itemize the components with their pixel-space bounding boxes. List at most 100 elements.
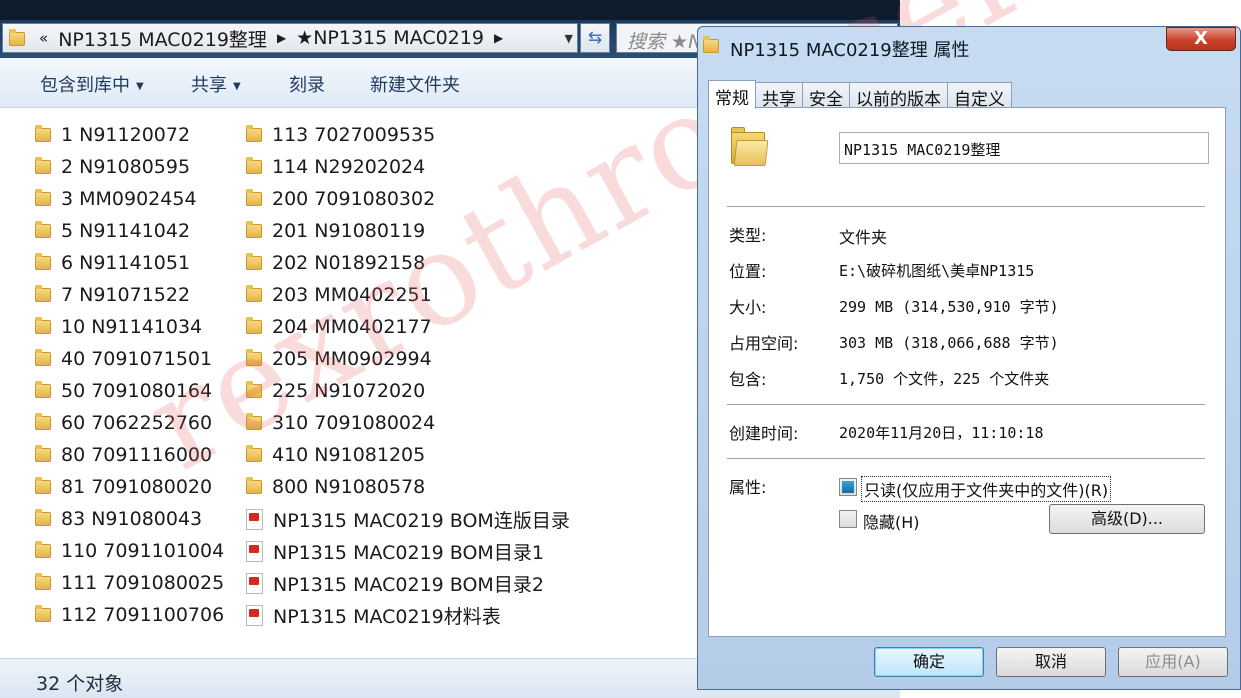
file-item[interactable]: NP1315 MAC0219 BOM目录1 — [244, 535, 570, 567]
file-item[interactable]: 81 7091080020 — [33, 471, 224, 503]
hidden-checkbox[interactable] — [839, 510, 857, 528]
type-label: 类型: — [729, 226, 767, 245]
burn-button[interactable]: 刻录 — [289, 71, 325, 97]
cancel-button[interactable]: 取消 — [996, 647, 1106, 677]
breadcrumb-arrow-icon[interactable]: ▶ — [494, 31, 503, 45]
folder-icon — [33, 348, 53, 370]
file-item[interactable]: 6 N91141051 — [33, 247, 224, 279]
share-button[interactable]: 共享 ▼ — [191, 71, 241, 97]
file-item[interactable]: 1 N91120072 — [33, 119, 224, 151]
file-item[interactable]: 112 7091100706 — [33, 599, 224, 631]
address-bar[interactable]: « NP1315 MAC0219整理 ▶ ★NP1315 MAC0219 ▶ ▼ — [2, 23, 578, 53]
readonly-label[interactable]: 只读(仅应用于文件夹中的文件)(R) — [861, 476, 1112, 502]
file-name: 800 N91080578 — [272, 476, 426, 498]
folder-icon — [33, 444, 53, 466]
file-item[interactable]: 114 N29202024 — [244, 151, 570, 183]
hidden-label[interactable]: 隐藏(H) — [863, 509, 920, 533]
refresh-button[interactable]: ⇆ — [580, 23, 610, 53]
file-name: 410 N91081205 — [272, 444, 426, 466]
tab-previous-versions[interactable]: 以前的版本 — [849, 82, 948, 110]
location-value: E:\破碎机图纸\美卓NP1315 — [839, 262, 1035, 280]
breadcrumb-segment-2[interactable]: ★NP1315 MAC0219 — [296, 27, 484, 49]
file-item[interactable]: 800 N91080578 — [244, 471, 570, 503]
tab-strip: 常规 共享 安全 以前的版本 自定义 — [708, 80, 1012, 110]
advanced-button[interactable]: 高级(D)... — [1049, 504, 1205, 534]
chevron-down-icon: ▼ — [136, 80, 144, 92]
folder-icon — [33, 476, 53, 498]
created-label: 创建时间: — [729, 424, 799, 443]
file-name: 5 N91141042 — [61, 220, 191, 242]
folder-icon — [244, 220, 264, 242]
file-item[interactable]: NP1315 MAC0219材料表 — [244, 599, 570, 631]
folder-name-field[interactable]: NP1315 MAC0219整理 — [839, 132, 1209, 164]
breadcrumb-arrow-icon[interactable]: ▶ — [277, 31, 286, 45]
file-item[interactable]: 203 MM0402251 — [244, 279, 570, 311]
file-item[interactable]: 225 N91072020 — [244, 375, 570, 407]
breadcrumb-overflow[interactable]: « — [39, 29, 48, 47]
folder-icon — [244, 124, 264, 146]
general-panel: NP1315 MAC0219整理 类型: 文件夹 位置: E:\破碎机图纸\美卓… — [708, 107, 1226, 637]
folder-icon — [33, 540, 53, 562]
file-item[interactable]: NP1315 MAC0219 BOM连版目录 — [244, 503, 570, 535]
apply-button[interactable]: 应用(A) — [1118, 647, 1228, 677]
file-item[interactable]: 200 7091080302 — [244, 183, 570, 215]
file-item[interactable]: 80 7091116000 — [33, 439, 224, 471]
file-item[interactable]: 83 N91080043 — [33, 503, 224, 535]
folder-icon — [731, 126, 769, 168]
file-item[interactable]: 2 N91080595 — [33, 151, 224, 183]
share-label: 共享 — [191, 75, 227, 96]
folder-icon — [244, 156, 264, 178]
breadcrumb-segment-1[interactable]: NP1315 MAC0219整理 — [58, 25, 267, 52]
file-name: 81 7091080020 — [61, 476, 213, 498]
tab-sharing[interactable]: 共享 — [755, 82, 803, 110]
file-item[interactable]: 10 N91141034 — [33, 311, 224, 343]
file-item[interactable]: 201 N91080119 — [244, 215, 570, 247]
file-item[interactable]: 113 7027009535 — [244, 119, 570, 151]
file-item[interactable]: 110 7091101004 — [33, 535, 224, 567]
new-folder-button[interactable]: 新建文件夹 — [370, 71, 460, 97]
file-item[interactable]: 60 7062252760 — [33, 407, 224, 439]
folder-icon — [244, 284, 264, 306]
file-item[interactable]: 410 N91081205 — [244, 439, 570, 471]
folder-icon — [33, 572, 53, 594]
file-name: 6 N91141051 — [61, 252, 191, 274]
file-name: 80 7091116000 — [61, 444, 213, 466]
contains-label: 包含: — [729, 370, 767, 389]
file-item[interactable]: 40 7091071501 — [33, 343, 224, 375]
divider — [727, 458, 1205, 460]
file-item[interactable]: 3 MM0902454 — [33, 183, 224, 215]
close-button[interactable]: X — [1166, 27, 1236, 51]
file-item[interactable]: 202 N01892158 — [244, 247, 570, 279]
file-column-1: 1 N91120072 2 N91080595 3 MM0902454 5 N9114… — [33, 119, 224, 631]
file-item[interactable]: 204 MM0402177 — [244, 311, 570, 343]
ok-button[interactable]: 确定 — [874, 647, 984, 677]
folder-icon — [703, 36, 721, 56]
folder-icon — [244, 380, 264, 402]
refresh-icon: ⇆ — [587, 28, 603, 48]
file-item[interactable]: 5 N91141042 — [33, 215, 224, 247]
folder-icon — [244, 348, 264, 370]
size-label: 大小: — [729, 298, 767, 317]
chevron-down-icon: ▼ — [233, 80, 241, 92]
tab-general[interactable]: 常规 — [708, 80, 756, 109]
file-item[interactable]: 205 MM0902994 — [244, 343, 570, 375]
file-name: 112 7091100706 — [61, 604, 225, 626]
file-name: 200 7091080302 — [272, 188, 436, 210]
tab-customize[interactable]: 自定义 — [947, 82, 1012, 110]
file-item[interactable]: 7 N91071522 — [33, 279, 224, 311]
file-item[interactable]: 111 7091080025 — [33, 567, 224, 599]
readonly-checkbox[interactable] — [839, 478, 857, 496]
file-item[interactable]: 310 7091080024 — [244, 407, 570, 439]
file-name: 204 MM0402177 — [272, 316, 432, 338]
file-item[interactable]: 50 7091080164 — [33, 375, 224, 407]
file-name: 50 7091080164 — [61, 380, 213, 402]
file-name: 7 N91071522 — [61, 284, 191, 306]
tab-security[interactable]: 安全 — [802, 82, 850, 110]
file-item[interactable]: NP1315 MAC0219 BOM目录2 — [244, 567, 570, 599]
file-name: 203 MM0402251 — [272, 284, 432, 306]
include-library-button[interactable]: 包含到库中 ▼ — [40, 71, 144, 97]
file-name: 202 N01892158 — [272, 252, 426, 274]
address-dropdown-icon[interactable]: ▼ — [565, 32, 573, 45]
folder-icon — [244, 444, 264, 466]
dialog-title: NP1315 MAC0219整理 属性 — [730, 40, 970, 61]
